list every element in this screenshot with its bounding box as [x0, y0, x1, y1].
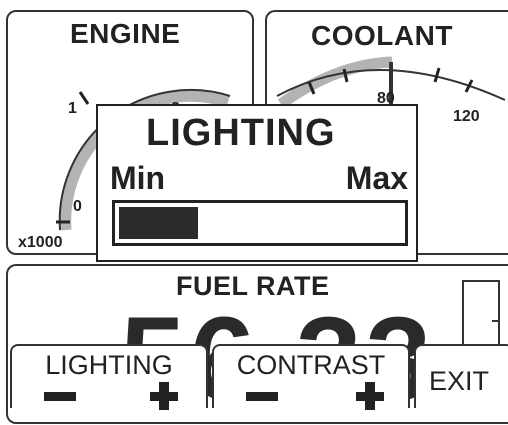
- contrast-minus-button[interactable]: [246, 392, 278, 401]
- lighting-softkey-label: LIGHTING: [45, 350, 173, 380]
- engine-tick-label-0: 0: [73, 198, 82, 215]
- lighting-level-fill: [119, 207, 198, 239]
- lighting-plus-button-v[interactable]: [159, 382, 169, 410]
- engine-tick-1: [78, 91, 90, 105]
- contrast-plus-button-v[interactable]: [365, 382, 375, 410]
- coolant-tick-label-120: 120: [453, 108, 480, 125]
- contrast-softkey-label: CONTRAST: [236, 350, 386, 380]
- coolant-gauge-arc: [277, 56, 393, 109]
- exit-softkey[interactable]: EXIT: [414, 344, 508, 408]
- exit-softkey-label: EXIT: [428, 366, 489, 396]
- lighting-popup: LIGHTING Min Max: [96, 104, 418, 262]
- coolant-tick-d: [433, 67, 441, 83]
- lighting-minus-button[interactable]: [44, 392, 76, 401]
- lighting-level-bar[interactable]: [112, 200, 408, 246]
- fuel-gauge-marker: [492, 320, 498, 322]
- lighting-popup-title: LIGHTING: [146, 112, 336, 154]
- lighting-max-label: Max: [345, 160, 408, 196]
- lighting-min-label: Min: [110, 160, 166, 196]
- contrast-softkey[interactable]: CONTRAST: [212, 344, 410, 410]
- engine-tick-label-1: 1: [68, 100, 77, 117]
- lighting-softkey[interactable]: LIGHTING: [10, 344, 208, 410]
- engine-multiplier: x1000: [18, 234, 63, 251]
